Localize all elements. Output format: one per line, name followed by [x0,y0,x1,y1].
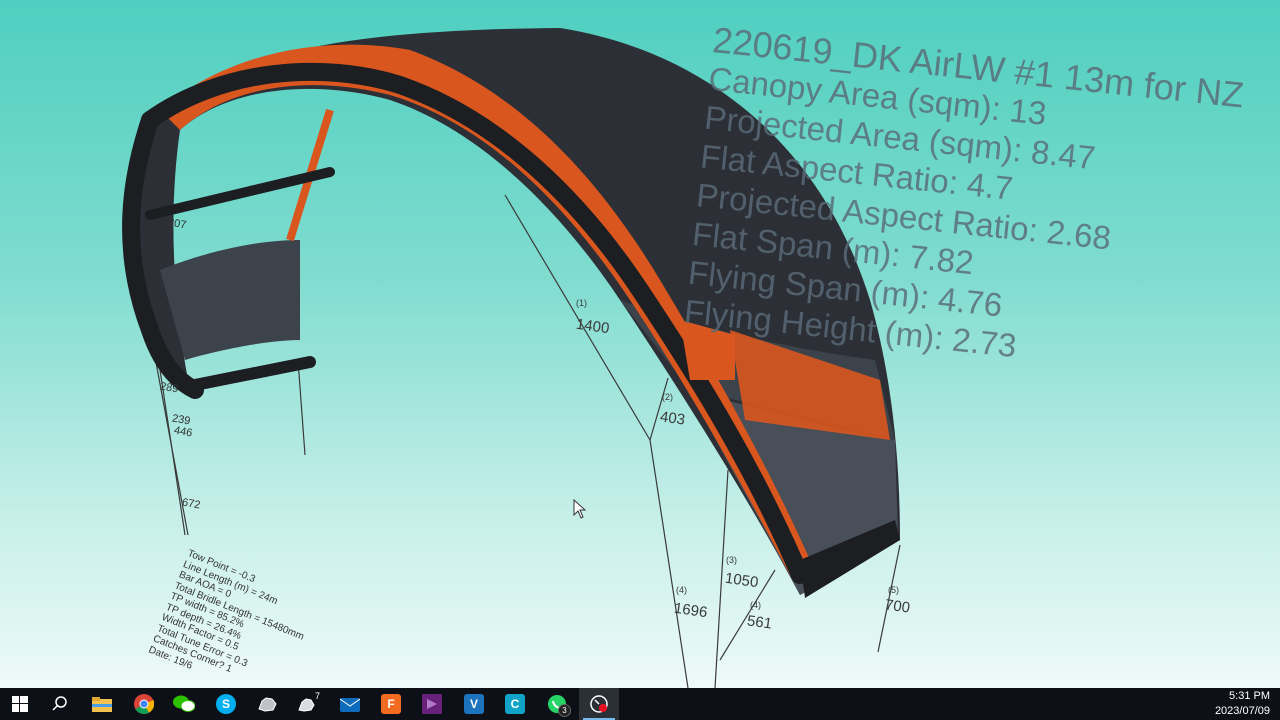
fusion-icon: F [381,694,401,714]
skype-icon: S [216,694,236,714]
search-button[interactable] [40,688,80,720]
bridle-index: (4) [676,585,687,595]
mail-icon [340,698,360,712]
bridle-index: (3) [726,555,737,565]
taskbar-visual-studio[interactable] [412,688,452,720]
taskbar-wechat[interactable] [164,688,204,720]
bridle-index: (4) [750,600,761,610]
taskbar-file-explorer[interactable] [82,688,122,720]
taskbar-skype[interactable]: S [206,688,246,720]
taskbar-rhino7[interactable]: 7 [288,688,328,720]
system-clock[interactable]: 5:31 PM 2023/07/09 [1190,689,1270,719]
taskbar-fusion360[interactable]: F [371,688,411,720]
bridle-length-label: 403 [658,408,687,429]
rhino-version-label: 7 [314,691,320,701]
taskbar-recorder[interactable] [579,688,619,720]
bridle-index: (1) [576,298,587,308]
taskbar-rhino[interactable] [247,688,287,720]
bridle-length-label: 561 [745,612,774,633]
bridle-index: (5) [888,585,899,595]
taskbar-ccleaner[interactable]: C [495,688,535,720]
rhino-icon [258,697,277,712]
clock-time: 5:31 PM [1229,690,1270,702]
taskbar-chrome[interactable] [124,688,164,720]
recorder-icon [590,695,608,713]
taskbar-vectorworks[interactable]: V [454,688,494,720]
wechat-icon [173,695,195,712]
mouse-cursor-icon [573,499,587,519]
folder-icon [92,697,112,712]
vector-icon: V [464,694,484,714]
bridle-length-label: 700 [883,596,912,617]
search-icon [52,696,67,711]
windows-logo-icon [12,696,28,712]
chrome-icon [134,694,154,714]
start-button[interactable] [0,688,40,720]
vs-icon [422,694,442,714]
whatsapp-badge: 3 [558,704,571,717]
taskbar: S 7 F V C 3 5:31 PM 2023/07/09 [0,688,1280,720]
bridle-index: (2) [662,392,673,402]
taskbar-whatsapp[interactable]: 3 [537,688,577,720]
clock-date: 2023/07/09 [1214,705,1270,717]
ccleaner-icon: C [505,694,525,714]
taskbar-outlook[interactable] [330,688,370,720]
kite-specs-panel: 220619_DK AirLW #1 13m for NZ Canopy Are… [675,19,1252,454]
3d-viewport[interactable]: 220619_DK AirLW #1 13m for NZ Canopy Are… [0,0,1280,688]
